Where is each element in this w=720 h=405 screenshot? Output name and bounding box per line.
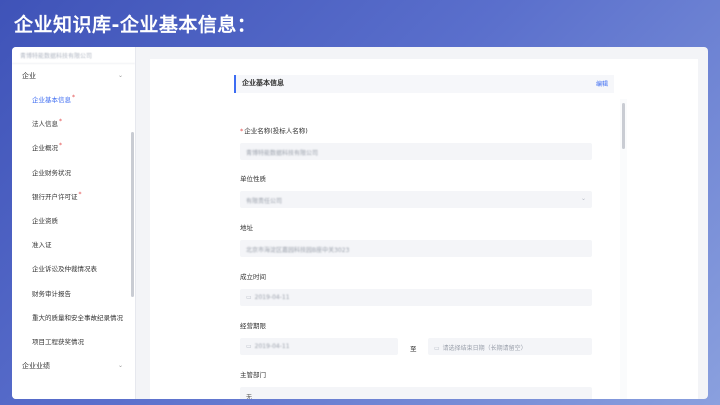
chevron-down-icon: ⌄ [580, 195, 586, 202]
main-content: 企业基本信息 编辑 *企业名称(投标人名称) 青博特能数据科技有限公司 单位性质… [150, 59, 698, 399]
required-mark: * [59, 118, 62, 126]
sidebar-item[interactable]: 企业诉讼及仲裁情况表 [12, 257, 135, 281]
business-term-start-value: 2019-04-11 [254, 343, 290, 350]
unit-nature-value: 有限责任公司 [246, 198, 283, 205]
address-value: 北京市海淀区嘉园科技园B座中关3023 [246, 247, 350, 254]
panel-title: 企业基本信息 [242, 79, 284, 87]
sidebar-item-label: 企业财务状况 [32, 168, 71, 177]
sidebar-item-label: 财务审计报告 [32, 289, 71, 298]
sidebar-item[interactable]: 准入证 [12, 233, 135, 257]
sidebar-item-label: 企业诉讼及仲裁情况表 [32, 265, 97, 274]
sidebar-item-label: 重大的质量和安全事故纪录情况 [32, 313, 123, 322]
department-label: 主管部门 [240, 371, 266, 379]
company-name-label: *企业名称(投标人名称) [240, 127, 308, 135]
basic-info-form: *企业名称(投标人名称) 青博特能数据科技有限公司 单位性质 有限责任公司 ⌄ … [240, 99, 610, 399]
app-window: 青博特能数据科技有限公司 企业 ⌄ 企业基本信息* 法人信息* 企业概况* 企业财务状… [12, 47, 708, 399]
sidebar-item[interactable]: 企业资质 [12, 209, 135, 233]
established-value: 2019-04-11 [254, 294, 290, 301]
department-field[interactable]: 无 [240, 387, 592, 399]
sidebar-item[interactable]: 项目工程获奖情况 [12, 330, 135, 354]
unit-nature-select[interactable]: 有限责任公司 ⌄ [240, 191, 592, 208]
sidebar-group-label: 企业 [22, 72, 36, 80]
business-term-start-picker[interactable]: ▭ 2019-04-11 [240, 338, 398, 355]
edit-link[interactable]: 编辑 [596, 79, 608, 88]
date-range-separator: 至 [410, 345, 417, 353]
sidebar-item-label: 企业基本信息 [32, 96, 71, 104]
established-date-picker[interactable]: ▭ 2019-04-11 [240, 289, 592, 306]
sidebar-item-label: 项目工程获奖情况 [32, 337, 84, 346]
sidebar-item[interactable]: 法人信息* [12, 112, 135, 136]
required-mark: * [72, 94, 75, 101]
address-field[interactable]: 北京市海淀区嘉园科技园B座中关3023 [240, 240, 592, 257]
required-mark: * [59, 142, 62, 150]
sidebar-group-label: 企业业绩 [22, 362, 50, 371]
sidebar-item-label: 准入证 [32, 241, 52, 250]
sidebar-nav-list: 企业基本信息* 法人信息* 企业概况* 企业财务状况 银行开户许可证* 企业资质 准入证 企业… [12, 88, 135, 354]
calendar-icon: ▭ [246, 294, 252, 301]
sidebar-item-label: 企业概况 [32, 144, 58, 153]
sidebar-item[interactable]: 企业基本信息* [12, 88, 135, 112]
business-term-end-placeholder: 请选择结束日期（长期请留空） [442, 345, 527, 352]
sidebar-scrollbar[interactable] [131, 132, 134, 297]
sidebar-item-label: 银行开户许可证 [32, 192, 78, 201]
calendar-icon: ▭ [246, 343, 252, 350]
panel-header: 企业基本信息 编辑 [234, 75, 614, 93]
business-term-label: 经营期限 [240, 322, 266, 330]
calendar-icon: ▭ [434, 345, 440, 352]
required-mark: * [240, 127, 244, 135]
company-name: 青博特能数据科技有限公司 [12, 47, 135, 64]
address-label: 地址 [240, 224, 253, 232]
sidebar: 青博特能数据科技有限公司 企业 ⌄ 企业基本信息* 法人信息* 企业概况* 企业财务状… [12, 47, 136, 399]
sidebar-group-performance[interactable]: 企业业绩 ⌄ [12, 354, 135, 378]
sidebar-item[interactable]: 企业概况* [12, 136, 135, 160]
company-name-value: 青博特能数据科技有限公司 [246, 150, 319, 157]
slide-title: 企业知识库-企业基本信息： [14, 14, 257, 36]
established-label: 成立时间 [240, 273, 266, 281]
form-scrollbar[interactable] [622, 103, 625, 149]
department-value: 无 [246, 394, 253, 399]
company-name-field[interactable]: 青博特能数据科技有限公司 [240, 143, 592, 160]
required-mark: * [78, 190, 82, 198]
sidebar-item-label: 法人信息 [32, 120, 58, 129]
sidebar-item[interactable]: 重大的质量和安全事故纪录情况 [12, 306, 135, 330]
unit-nature-label: 单位性质 [240, 175, 266, 183]
business-term-end-picker[interactable]: ▭ 请选择结束日期（长期请留空） [428, 338, 592, 355]
sidebar-item-label: 企业资质 [32, 216, 58, 225]
chevron-down-icon: ⌄ [117, 72, 123, 79]
chevron-down-icon: ⌄ [117, 362, 123, 370]
sidebar-item[interactable]: 银行开户许可证* [12, 185, 135, 209]
sidebar-item[interactable]: 企业财务状况 [12, 161, 135, 185]
sidebar-item[interactable]: 财务审计报告 [12, 282, 135, 306]
sidebar-group-enterprise[interactable]: 企业 ⌄ [12, 64, 135, 88]
